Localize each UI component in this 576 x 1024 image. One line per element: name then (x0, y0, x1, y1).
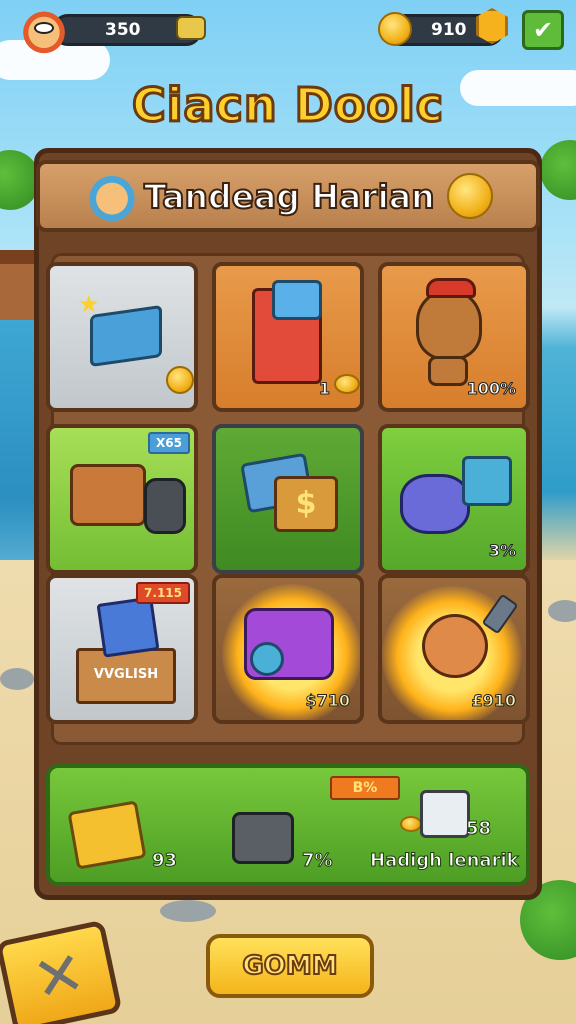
tile-value: 100% (466, 379, 516, 399)
toolbox-icon (90, 304, 162, 368)
flame-creature-icon (422, 614, 488, 678)
tool-icon (462, 456, 512, 506)
grid-tile-crate[interactable]: VVGLISH 7.115 (46, 574, 198, 724)
reward-tag: B% (330, 776, 400, 800)
banner-title: Tandeag Harian (143, 176, 436, 217)
camera-icon (232, 812, 294, 864)
toy-figure-icon (420, 790, 470, 838)
tile-value: 1 (318, 379, 330, 399)
rock (548, 600, 576, 622)
grid-tile-robot[interactable]: 1 (212, 262, 364, 412)
reward-item-2-value: 7% (302, 850, 334, 872)
tile-value: $710 (305, 691, 351, 711)
card-crate-icon: VVGLISH (76, 648, 176, 704)
grid-tile-creature[interactable]: £910 (378, 574, 530, 724)
leaf-pile-icon (176, 16, 206, 40)
close-icon: ✕ (27, 937, 91, 1017)
tile-tag: X65 (148, 432, 190, 454)
check-icon: ✔ (532, 16, 554, 44)
reward-item-3-label: Hadigh lenarik (370, 850, 520, 872)
lunchbox-icon (67, 800, 147, 870)
coin-icon (378, 12, 412, 46)
grid-tile-suitcase[interactable]: X65 (46, 424, 198, 574)
coin-icon (334, 374, 360, 394)
monkey-body-icon (428, 356, 468, 386)
tile-value: 3% (488, 541, 516, 561)
robot-head-icon (272, 280, 322, 320)
confirm-button[interactable]: ✔ (522, 10, 564, 50)
star-icon: ★ (78, 290, 100, 318)
rock (160, 900, 216, 922)
player-avatar[interactable] (22, 6, 66, 54)
grid-tile-pot[interactable]: 3% (378, 424, 530, 574)
reward-item-1-value: 93 (151, 850, 178, 872)
rock (0, 668, 34, 690)
grid-tile-toolbox[interactable]: ★ (46, 262, 198, 412)
tile-value: £910 (471, 691, 517, 711)
score-value: 350 (105, 20, 141, 40)
card-icon (96, 596, 160, 658)
daily-banner: Tandeag Harian (36, 160, 540, 232)
coin-icon (400, 816, 422, 832)
treasure-pot-icon (400, 474, 470, 534)
monkey-character-icon (416, 290, 482, 360)
dollar-sign-icon: $ (274, 476, 338, 532)
grid-tile-cash[interactable]: $ (212, 424, 364, 574)
go-button[interactable]: GOMM (206, 934, 374, 998)
character-avatar (88, 170, 136, 222)
tile-tag: 7.115 (136, 582, 190, 604)
reward-item-3-value: 58 (465, 818, 492, 840)
palm-tree (540, 140, 576, 200)
suitcase-icon (70, 464, 146, 526)
grid-tile-monkey[interactable]: 100% (378, 262, 530, 412)
coin-icon (166, 366, 194, 394)
currency-value: 910 (431, 20, 467, 40)
monkey-hat-icon (426, 278, 476, 298)
coin-icon (446, 173, 493, 219)
binoculars-icon (144, 478, 186, 534)
lens-icon (250, 642, 284, 676)
grid-tile-camera[interactable]: $710 (212, 574, 364, 724)
page-title: Ciacn Doolc (130, 77, 445, 134)
